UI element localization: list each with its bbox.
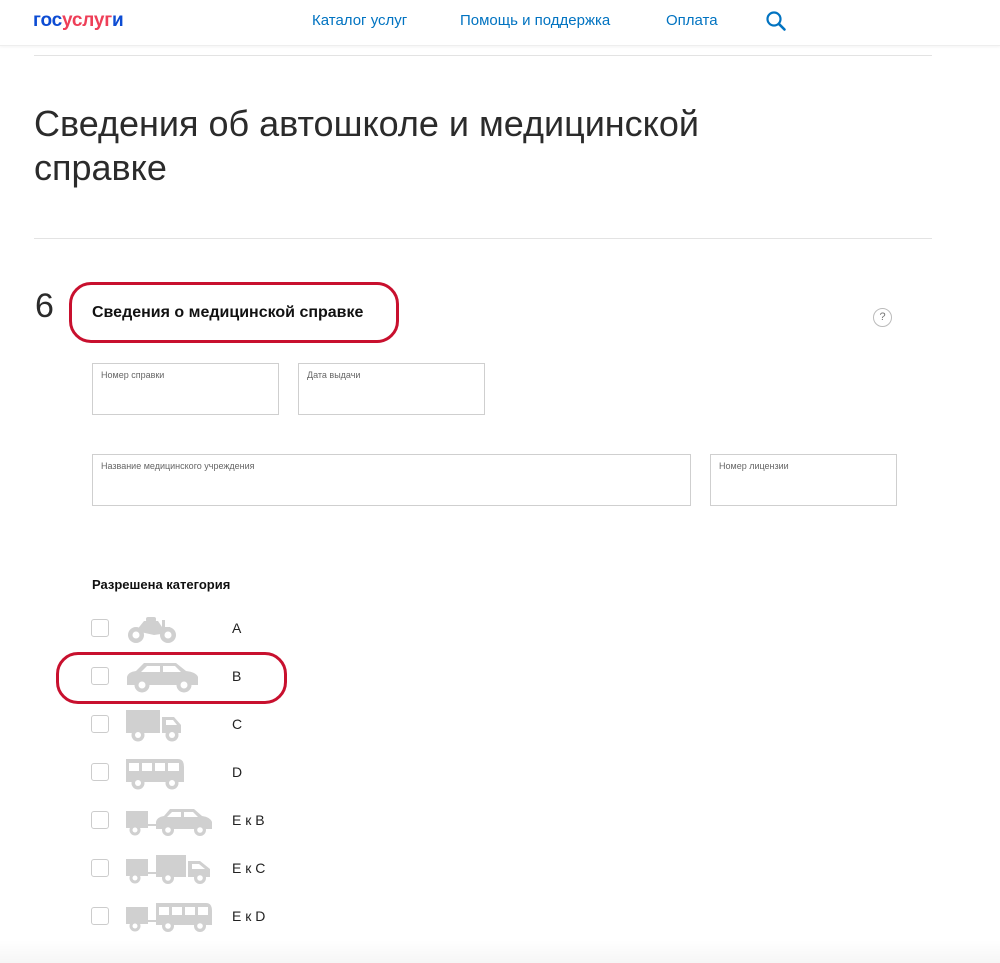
license-number-label: Номер лицензии [719,461,789,471]
institution-name-field[interactable]: Название медицинского учреждения [92,454,691,506]
category-a-label: A [232,620,242,636]
top-divider [34,55,932,56]
category-a-checkbox[interactable] [91,619,109,637]
category-e-d-checkbox[interactable] [91,907,109,925]
top-header: госуслуги Каталог услуг Помощь и поддерж… [0,0,1000,46]
bus-trailer-icon [126,903,212,932]
truck-icon [126,710,181,742]
certificate-number-field[interactable]: Номер справки [92,363,279,415]
category-heading: Разрешена категория [92,577,231,592]
category-c-label: C [232,716,243,732]
page-title: Сведения об автошколе и медицинской спра… [34,103,699,188]
category-e-c-checkbox[interactable] [91,859,109,877]
title-divider [34,238,932,239]
issue-date-field[interactable]: Дата выдачи [298,363,485,415]
category-b-label: B [232,668,242,684]
issue-date-label: Дата выдачи [307,370,361,380]
category-c-checkbox[interactable] [91,715,109,733]
gosuslugi-logo[interactable]: госуслуги [33,10,124,32]
step-number: 6 [35,287,54,325]
category-row-d[interactable]: D [90,755,350,791]
nav-payment-link[interactable]: Оплата [666,12,718,29]
institution-name-label: Название медицинского учреждения [101,461,255,471]
nav-help-link[interactable]: Помощь и поддержка [460,12,610,29]
car-trailer-icon [126,809,212,836]
category-e-d-label: E к D [232,908,266,924]
car-icon [127,663,198,693]
category-row-e-d[interactable]: E к D [90,899,350,935]
truck-trailer-icon [126,855,210,884]
category-e-b-label: E к B [232,812,265,828]
help-icon[interactable]: ? [873,308,892,327]
motorcycle-icon [128,617,176,643]
certificate-number-label: Номер справки [101,370,165,380]
bus-icon [126,759,184,790]
category-b-checkbox[interactable] [91,667,109,685]
category-d-checkbox[interactable] [91,763,109,781]
category-e-c-label: E к C [232,860,266,876]
category-row-c[interactable]: C [90,707,350,743]
bottom-fade [0,940,1000,963]
category-e-b-checkbox[interactable] [91,811,109,829]
category-row-e-b[interactable]: E к B [90,803,350,839]
nav-catalog-link[interactable]: Каталог услуг [312,12,407,29]
category-row-a[interactable]: A [90,611,350,647]
category-row-b[interactable]: B [90,659,350,695]
category-d-label: D [232,764,243,780]
search-icon[interactable] [765,10,787,32]
section-title: Сведения о медицинской справке [92,304,364,321]
category-row-e-c[interactable]: E к C [90,851,350,887]
license-number-field[interactable]: Номер лицензии [710,454,897,506]
